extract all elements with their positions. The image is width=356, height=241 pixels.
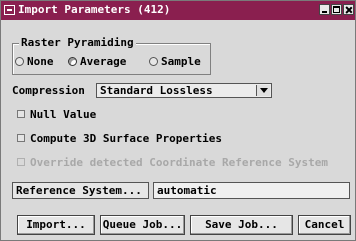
radio-none-label: None [27, 55, 54, 68]
radio-average[interactable]: Average [68, 55, 126, 69]
cancel-button[interactable]: Cancel [298, 215, 351, 235]
chevron-down-icon[interactable] [256, 85, 270, 96]
radio-average-icon [68, 57, 77, 66]
radio-none[interactable]: None [15, 55, 54, 69]
reference-system-button-label: Reference System... [16, 184, 142, 197]
compression-select[interactable]: Standard Lossless [96, 83, 272, 98]
queue-job-button[interactable]: Queue Job... [100, 215, 185, 235]
window-title: Import Parameters (412) [18, 3, 171, 16]
compression-value: Standard Lossless [100, 84, 213, 97]
save-job-button[interactable]: Save Job... [190, 215, 293, 235]
import-parameters-dialog: Import Parameters (412) Raster Pyramidin… [0, 0, 356, 241]
minimize-icon[interactable] [319, 4, 330, 15]
checkbox-icon [17, 134, 25, 142]
null-value-label: Null Value [30, 108, 97, 121]
maximize-icon[interactable] [331, 4, 342, 15]
reference-system-value: automatic [157, 184, 217, 197]
override-crs-label: Override detected Coordinate Reference S… [30, 156, 329, 169]
checkbox-icon [17, 110, 25, 118]
radio-none-icon [15, 57, 24, 66]
reference-system-button[interactable]: Reference System... [12, 182, 149, 199]
import-button[interactable]: Import... [17, 215, 95, 235]
radio-sample[interactable]: Sample [149, 55, 201, 69]
reference-system-field[interactable]: automatic [153, 182, 350, 199]
compute-3d-checkbox[interactable]: Compute 3D Surface Properties [17, 132, 222, 145]
compression-label: Compression [12, 84, 85, 97]
radio-average-label: Average [80, 55, 127, 68]
raster-pyramiding-label: Raster Pyramiding [19, 36, 136, 49]
window-menu-icon[interactable] [4, 5, 15, 15]
override-crs-checkbox: Override detected Coordinate Reference S… [17, 156, 328, 169]
compute-3d-label: Compute 3D Surface Properties [30, 132, 223, 145]
radio-sample-icon [149, 57, 158, 66]
close-icon[interactable] [343, 4, 354, 15]
null-value-checkbox[interactable]: Null Value [17, 108, 96, 121]
title-bar[interactable]: Import Parameters (412) [1, 1, 355, 20]
checkbox-icon [17, 158, 25, 166]
radio-sample-label: Sample [161, 55, 201, 68]
